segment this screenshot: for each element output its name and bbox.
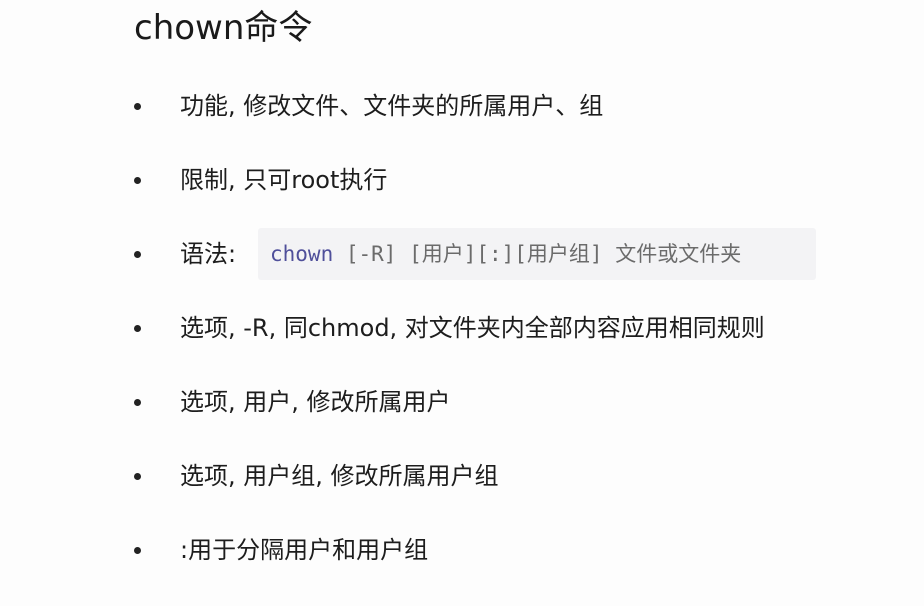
list-item-text: 功能, 修改文件、文件夹的所属用户、组 <box>180 92 604 120</box>
code-text: chown [-R] [用户][:][用户组] 文件或文件夹 <box>270 238 741 270</box>
document-page: chown命令 功能, 修改文件、文件夹的所属用户、组 限制, 只可root执行… <box>0 0 924 606</box>
code-args: [-R] [用户][:][用户组] 文件或文件夹 <box>333 242 742 266</box>
bullet-list: 功能, 修改文件、文件夹的所属用户、组 限制, 只可root执行 语法: cho… <box>0 0 924 606</box>
list-item: 限制, 只可root执行 <box>0 160 924 200</box>
list-item-text: :用于分隔用户和用户组 <box>180 536 429 564</box>
bullet-icon <box>134 325 141 332</box>
bullet-icon <box>134 399 141 406</box>
bullet-icon <box>134 547 141 554</box>
list-item-text: 选项, -R, 同chmod, 对文件夹内全部内容应用相同规则 <box>180 314 765 342</box>
list-item-text: 选项, 用户组, 修改所属用户组 <box>180 462 499 490</box>
list-item-syntax: 语法: chown [-R] [用户][:][用户组] 文件或文件夹 <box>0 228 924 280</box>
code-command: chown <box>270 242 334 266</box>
bullet-icon <box>134 473 141 480</box>
list-item-text: 限制, 只可root执行 <box>180 166 388 194</box>
code-block: chown [-R] [用户][:][用户组] 文件或文件夹 <box>258 228 816 280</box>
list-item: 选项, 用户, 修改所属用户 <box>0 382 924 422</box>
bullet-icon <box>134 177 141 184</box>
bullet-icon <box>134 251 141 258</box>
list-item: :用于分隔用户和用户组 <box>0 530 924 570</box>
bullet-icon <box>134 103 141 110</box>
list-item-text: 选项, 用户, 修改所属用户 <box>180 388 451 416</box>
list-item: 功能, 修改文件、文件夹的所属用户、组 <box>0 86 924 126</box>
list-item: 选项, 用户组, 修改所属用户组 <box>0 456 924 496</box>
list-item: 选项, -R, 同chmod, 对文件夹内全部内容应用相同规则 <box>0 308 924 348</box>
syntax-label: 语法: <box>180 240 237 268</box>
